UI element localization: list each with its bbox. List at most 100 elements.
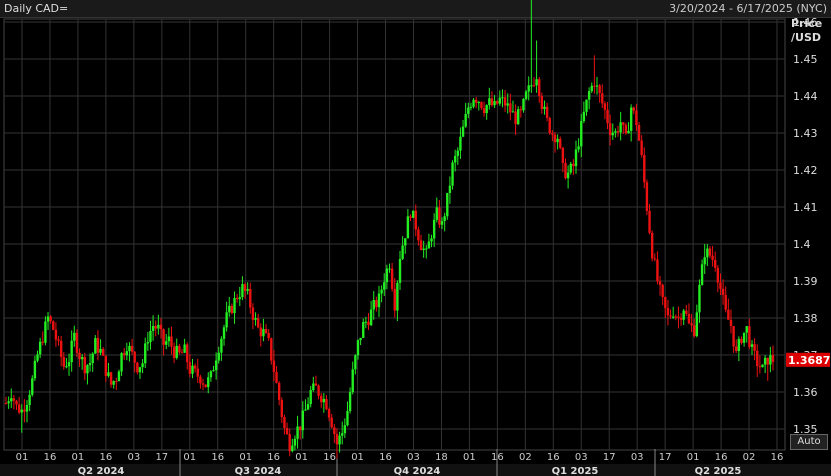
candle-body bbox=[603, 103, 607, 110]
candle-body bbox=[714, 259, 717, 268]
candle-body bbox=[629, 107, 633, 131]
candle-body bbox=[635, 110, 638, 126]
quarter-label: Q4 2024 bbox=[394, 466, 441, 476]
x-tick-label: 16 bbox=[100, 452, 113, 463]
y-tick-label: 1.4 bbox=[793, 238, 811, 251]
candle-body bbox=[485, 105, 488, 114]
candle-body bbox=[553, 134, 557, 143]
candle-body bbox=[59, 340, 63, 357]
candle-body bbox=[432, 219, 436, 239]
candle-body bbox=[4, 403, 8, 405]
candle-body bbox=[157, 324, 160, 329]
candle-body bbox=[766, 357, 769, 365]
candle-body bbox=[80, 357, 84, 360]
candle-body bbox=[31, 378, 34, 395]
candle-body bbox=[52, 321, 55, 330]
x-tick-label: 01 bbox=[72, 452, 85, 463]
candle-body bbox=[222, 327, 226, 339]
candle-body bbox=[561, 147, 565, 164]
candle-body bbox=[186, 344, 189, 363]
candle-body bbox=[94, 338, 97, 354]
candle-body bbox=[130, 345, 134, 352]
price-chart[interactable]: 1.351.361.371.381.391.41.411.421.431.441… bbox=[0, 0, 831, 476]
candle-body bbox=[566, 172, 570, 179]
candle-body bbox=[679, 317, 683, 320]
candle-body bbox=[580, 121, 583, 147]
candle-body bbox=[700, 264, 704, 285]
y-axis-label: /USD bbox=[791, 31, 821, 44]
y-axis-label: Price bbox=[791, 17, 822, 30]
candle-body bbox=[73, 332, 76, 341]
candle-body bbox=[209, 371, 213, 378]
x-tick-label: 02 bbox=[743, 452, 756, 463]
candle-body bbox=[406, 216, 410, 239]
candle-body bbox=[745, 326, 748, 333]
candle-body bbox=[545, 106, 549, 118]
candle-body bbox=[264, 329, 268, 333]
candle-body bbox=[548, 117, 551, 134]
x-tick-label: 16 bbox=[715, 452, 728, 463]
candle-body bbox=[41, 341, 44, 343]
candle-body bbox=[422, 248, 425, 251]
candle-body bbox=[524, 91, 528, 100]
candle-body bbox=[28, 394, 31, 406]
candle-body bbox=[212, 370, 215, 372]
candle-body bbox=[191, 365, 194, 374]
candle-body bbox=[666, 308, 670, 316]
candle-body bbox=[608, 123, 612, 136]
candle-body bbox=[7, 401, 10, 404]
candle-body bbox=[540, 95, 544, 110]
candle-body bbox=[490, 98, 494, 106]
y-tick-label: 1.36 bbox=[793, 386, 818, 399]
x-tick-label: 01 bbox=[687, 452, 700, 463]
candle-body bbox=[556, 138, 559, 143]
candle-body bbox=[661, 284, 664, 298]
candle-body bbox=[178, 345, 181, 353]
candle-body bbox=[364, 321, 368, 323]
candle-body bbox=[461, 126, 465, 137]
candle-body bbox=[320, 395, 323, 403]
candle-body bbox=[640, 140, 643, 155]
x-tick-label: 01 bbox=[351, 452, 364, 463]
candle-body bbox=[682, 310, 685, 320]
x-tick-label: 16 bbox=[771, 452, 784, 463]
candle-body bbox=[193, 365, 197, 369]
auto-scale-button[interactable]: Auto bbox=[790, 434, 828, 450]
candle-body bbox=[456, 150, 459, 156]
x-tick-label: 17 bbox=[155, 452, 168, 463]
candle-body bbox=[256, 318, 260, 328]
candle-body bbox=[737, 338, 741, 352]
candle-body bbox=[637, 125, 641, 141]
candle-body bbox=[115, 381, 118, 383]
candle-body bbox=[569, 163, 572, 173]
candle-body bbox=[435, 207, 438, 220]
candle-body bbox=[267, 332, 270, 339]
candle-body bbox=[369, 309, 373, 326]
candle-body bbox=[619, 122, 622, 133]
candle-body bbox=[246, 288, 249, 291]
candle-body bbox=[144, 343, 147, 364]
x-tick-label: 02 bbox=[519, 452, 532, 463]
candle-body bbox=[199, 376, 202, 384]
candle-body bbox=[595, 85, 599, 87]
candle-body bbox=[96, 338, 100, 353]
candle-body bbox=[740, 338, 743, 343]
candle-body bbox=[301, 410, 305, 431]
candle-body bbox=[414, 210, 417, 230]
candle-body bbox=[330, 417, 333, 428]
x-tick-label: 01 bbox=[16, 452, 29, 463]
candle-body bbox=[582, 111, 586, 122]
candle-body bbox=[674, 316, 678, 318]
candle-body bbox=[538, 79, 541, 96]
candle-body bbox=[83, 357, 87, 374]
candle-body bbox=[104, 355, 108, 376]
candle-body bbox=[559, 138, 562, 148]
candle-body bbox=[451, 162, 454, 186]
candle-body bbox=[44, 321, 47, 343]
candle-body bbox=[477, 102, 481, 104]
candle-body bbox=[322, 398, 326, 403]
plot-frame bbox=[3, 18, 786, 451]
y-tick-label: 1.38 bbox=[793, 312, 818, 325]
candle-body bbox=[346, 411, 349, 426]
candle-body bbox=[695, 312, 699, 337]
